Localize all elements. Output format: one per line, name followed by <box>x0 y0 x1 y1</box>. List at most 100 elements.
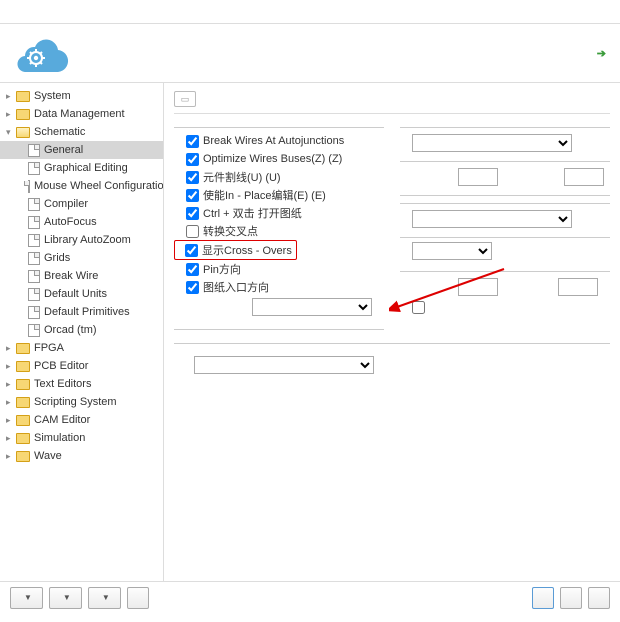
option-checkbox[interactable] <box>186 135 199 148</box>
apply-button[interactable] <box>588 587 610 609</box>
folder-icon <box>16 379 30 390</box>
cancel-button[interactable] <box>560 587 582 609</box>
save-button[interactable]: ▼ <box>49 587 82 609</box>
page-icon <box>28 162 40 175</box>
option-row[interactable]: 元件割线(U) (U) <box>174 168 384 186</box>
drag-step-select[interactable] <box>252 298 372 316</box>
tree-item-schematic[interactable]: ▾Schematic <box>0 123 163 141</box>
section-alpha <box>400 124 610 128</box>
section-pin-margin <box>400 158 610 162</box>
template-select[interactable] <box>194 356 374 374</box>
folder-icon <box>16 451 30 462</box>
option-checkbox[interactable] <box>185 244 198 257</box>
tree-item-scripting-system[interactable]: ▸Scripting System <box>0 393 163 411</box>
doc-scope-select[interactable] <box>412 210 572 228</box>
load-button[interactable]: ▼ <box>88 587 121 609</box>
option-checkbox[interactable] <box>186 263 199 276</box>
page-icon <box>28 216 40 229</box>
defaults-button[interactable]: ▼ <box>10 587 43 609</box>
tree-item-compiler[interactable]: Compiler <box>0 195 163 213</box>
tree-item-label: Text Editors <box>34 378 91 390</box>
tree-item-label: FPGA <box>34 342 64 354</box>
section-defaults <box>174 340 610 344</box>
option-checkbox[interactable] <box>186 281 199 294</box>
option-checkbox[interactable] <box>186 171 199 184</box>
twisty-icon[interactable]: ▾ <box>6 127 16 138</box>
option-row[interactable]: 显示Cross - Overs <box>174 240 297 260</box>
ok-button[interactable] <box>532 587 554 609</box>
tree-item-label: General <box>44 144 83 156</box>
twisty-icon[interactable]: ▸ <box>6 451 16 462</box>
tree-item-label: PCB Editor <box>34 360 88 372</box>
option-label: Break Wires At Autojunctions <box>203 135 344 147</box>
option-checkbox[interactable] <box>186 225 199 238</box>
twisty-icon[interactable]: ▸ <box>6 397 16 408</box>
tree-item-pcb-editor[interactable]: ▸ PCB Editor <box>0 357 163 375</box>
seg-primary-field[interactable] <box>458 278 498 296</box>
tree-item-system[interactable]: ▸System <box>0 87 163 105</box>
sheet-size-select[interactable] <box>412 242 492 260</box>
option-checkbox[interactable] <box>186 189 199 202</box>
option-row[interactable]: 图纸入口方向 <box>174 278 384 296</box>
tree-item-fpga[interactable]: ▸ FPGA <box>0 339 163 357</box>
dialog-footer: ▼ ▼ ▼ <box>0 581 620 613</box>
tree-item-default-units[interactable]: Default Units <box>0 285 163 303</box>
tree-item-label: Default Units <box>44 288 107 300</box>
option-checkbox[interactable] <box>186 153 199 166</box>
tree-item-default-primitives[interactable]: Default Primitives <box>0 303 163 321</box>
tree-item-text-editors[interactable]: ▸ Text Editors <box>0 375 163 393</box>
cloud-gear-icon <box>14 34 70 72</box>
twisty-icon[interactable]: ▸ <box>6 109 16 120</box>
section-clipboard <box>174 326 384 330</box>
sidebar-tree[interactable]: ▸System▸Data Management▾SchematicGeneral… <box>0 83 164 581</box>
section-default-names <box>400 192 610 196</box>
caret-down-icon: ▼ <box>102 593 110 602</box>
tree-item-data-management[interactable]: ▸ Data Management <box>0 105 163 123</box>
tree-item-grids[interactable]: Grids <box>0 249 163 267</box>
page-icon <box>28 288 40 301</box>
pin-qty-field[interactable] <box>564 168 604 186</box>
folder-icon <box>16 433 30 444</box>
twisty-icon[interactable]: ▸ <box>6 379 16 390</box>
option-checkbox[interactable] <box>186 207 199 220</box>
section-doc-scope <box>400 200 610 204</box>
option-row[interactable]: Pin方向 <box>174 260 384 278</box>
option-row[interactable]: Optimize Wires Buses(Z) (Z) <box>174 150 384 168</box>
twisty-icon[interactable]: ▸ <box>6 361 16 372</box>
tree-item-label: Grids <box>44 252 70 264</box>
remove-leading-zero-checkbox[interactable] <box>412 301 425 314</box>
tree-item-wave[interactable]: ▸ Wave <box>0 447 163 465</box>
tree-item-orcad-tm-[interactable]: Orcad (tm) <box>0 321 163 339</box>
tree-item-library-autozoom[interactable]: Library AutoZoom <box>0 231 163 249</box>
page-icon <box>28 198 40 211</box>
tree-item-cam-editor[interactable]: ▸CAM Editor <box>0 411 163 429</box>
option-label: Optimize Wires Buses(Z) (Z) <box>203 153 342 165</box>
option-row[interactable]: Ctrl + 双击 打开图纸 <box>174 204 384 222</box>
import-button[interactable] <box>127 587 149 609</box>
folder-icon <box>16 415 30 426</box>
tree-item-general[interactable]: General <box>0 141 163 159</box>
tree-item-break-wire[interactable]: Break Wire <box>0 267 163 285</box>
tree-item-label: Orcad (tm) <box>44 324 97 336</box>
twisty-icon[interactable]: ▸ <box>6 91 16 102</box>
tree-item-label: Wave <box>34 450 62 462</box>
signin-link[interactable]: ➔ <box>594 47 606 60</box>
tree-item-autofocus[interactable]: AutoFocus <box>0 213 163 231</box>
option-row[interactable]: Break Wires At Autojunctions <box>174 132 384 150</box>
folder-icon <box>16 127 30 138</box>
alpha-suffix-select[interactable] <box>412 134 572 152</box>
twisty-icon[interactable]: ▸ <box>6 415 16 426</box>
arrow-right-icon: ➔ <box>597 47 606 60</box>
tree-item-graphical-editing[interactable]: Graphical Editing <box>0 159 163 177</box>
twisty-icon[interactable]: ▸ <box>6 343 16 354</box>
option-row[interactable]: 转换交叉点 <box>174 222 384 240</box>
pin-name-field[interactable] <box>458 168 498 186</box>
option-row[interactable]: 使能In - Place编辑(E) (E) <box>174 186 384 204</box>
tree-item-simulation[interactable]: ▸Simulation <box>0 429 163 447</box>
seg-secondary-field[interactable] <box>558 278 598 296</box>
option-label: 显示Cross - Overs <box>202 242 292 258</box>
tree-item-mouse-wheel-configuration[interactable]: Mouse Wheel Configuration <box>0 177 163 195</box>
twisty-icon[interactable]: ▸ <box>6 433 16 444</box>
tree-item-label: Data Management <box>34 108 125 120</box>
close-icon[interactable] <box>598 4 614 20</box>
